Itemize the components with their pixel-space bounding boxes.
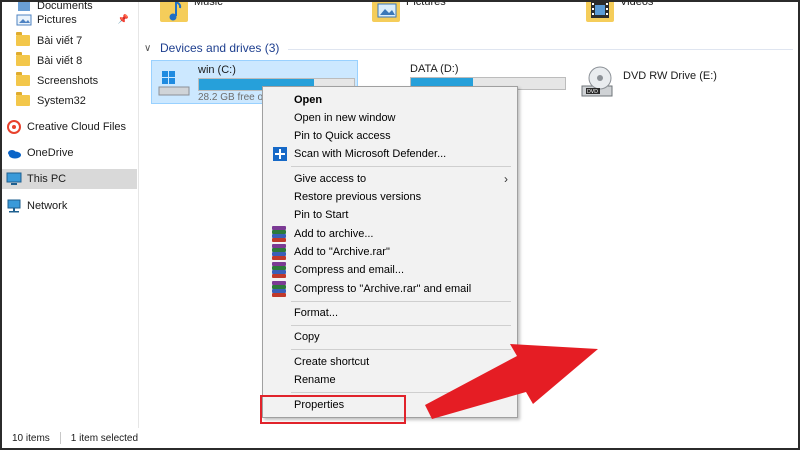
menu-item-give-access[interactable]: Give access to › [266,170,514,188]
winrar-icon [272,262,288,278]
pictures-icon [16,12,32,28]
sidebar-item-label: System32 [37,95,86,107]
status-separator [59,432,61,444]
computer-icon [6,171,22,187]
sidebar-item-label: This PC [27,173,67,185]
menu-item-restore-versions[interactable]: Restore previous versions [266,188,514,206]
menu-item-format[interactable]: Format... [266,304,514,322]
folder-label: Pictures [406,0,446,8]
menu-separator [291,349,511,350]
sidebar-item-label: Bài viết 7 [37,35,83,47]
drive-icon [156,67,192,102]
menu-item-label: Scan with Microsoft Defender... [294,148,447,160]
sidebar-item-bai-viet-8[interactable]: Bài viết 8 [2,51,137,71]
menu-item-scan-defender[interactable]: Scan with Microsoft Defender... [266,145,514,163]
sidebar-item-onedrive[interactable]: OneDrive [2,143,137,163]
menu-item-create-shortcut[interactable]: Create shortcut [266,353,514,371]
menu-item-label: Copy [294,331,320,343]
menu-item-copy[interactable]: Copy [266,328,514,346]
annotation-highlight-box [260,395,406,424]
menu-item-label: Restore previous versions [294,191,422,203]
menu-item-open-new-window[interactable]: Open in new window [266,109,514,127]
selection-count: 1 item selected [70,432,139,444]
menu-item-add-archive[interactable]: Add to archive... [266,225,514,243]
sidebar-item-label: Screenshots [37,75,99,87]
sidebar-item-network[interactable]: Network [2,196,137,216]
videos-folder-icon [586,0,614,24]
drive-name: DATA (D:) [410,63,459,75]
defender-icon [272,146,288,162]
menu-separator [291,325,511,326]
navigation-pane: Documents Pictures 📌 Bài viết 7 Bài viết… [2,0,139,428]
onedrive-icon [6,145,22,161]
sidebar-item-label: Creative Cloud Files [27,121,127,133]
network-icon [6,198,22,214]
menu-separator [291,301,511,302]
folder-label: Music [194,0,223,8]
menu-item-label: Open in new window [294,112,396,124]
menu-item-label: Pin to Quick access [294,130,391,142]
folder-label: Videos [620,0,654,8]
dvd-drive-icon: DVD [580,64,616,103]
item-count: 10 items [12,432,50,444]
section-title: Devices and drives (3) [160,41,280,55]
drive-tile-e[interactable]: DVD DVD RW Drive (E:) [580,60,780,104]
menu-item-label: Pin to Start [294,209,349,221]
menu-item-label: Add to "Archive.rar" [294,246,390,258]
pin-icon[interactable]: 📌 [118,14,129,25]
section-divider [288,49,793,50]
sidebar-item-creative-cloud[interactable]: Creative Cloud Files [2,117,137,137]
sidebar-item-system32[interactable]: System32 [2,91,137,111]
menu-item-label: Create shortcut [294,356,370,368]
music-folder-icon [160,0,188,24]
sidebar-item-bai-viet-7[interactable]: Bài viết 7 [2,31,137,51]
menu-item-pin-start[interactable]: Pin to Start [266,206,514,224]
menu-item-label: Compress to "Archive.rar" and email [294,283,472,295]
winrar-icon [272,281,288,297]
chevron-right-icon: › [504,172,508,186]
drive-name: DVD RW Drive (E:) [623,70,717,82]
folder-tile-music[interactable]: Music [160,0,223,28]
menu-separator [291,166,511,167]
menu-item-compress-email[interactable]: Compress and email... [266,261,514,279]
menu-item-label: Compress and email... [294,264,405,276]
sidebar-item-label: OneDrive [27,147,74,159]
menu-item-rename[interactable]: Rename [266,371,514,389]
menu-item-label: Open [294,94,323,106]
menu-item-pin-quick-access[interactable]: Pin to Quick access [266,127,514,145]
menu-item-label: Rename [294,374,336,386]
menu-item-label: Format... [294,307,339,319]
folder-icon [16,32,32,49]
sidebar-item-screenshots[interactable]: Screenshots [2,71,137,91]
menu-item-label: Add to archive... [294,228,374,240]
drive-free-space: 28.2 GB free of [198,92,266,103]
menu-item-label: Give access to [294,173,367,185]
sidebar-item-this-pc[interactable]: This PC [2,169,137,189]
devices-section-header[interactable]: ∨ Devices and drives (3) [144,40,279,56]
sidebar-item-label: Pictures [37,14,77,26]
sidebar-item-label: Bài viết 8 [37,55,83,67]
menu-item-compress-rar-email[interactable]: Compress to "Archive.rar" and email [266,280,514,298]
folder-icon [16,92,32,109]
folder-tile-pictures[interactable]: Pictures [372,0,446,28]
menu-separator [291,392,511,393]
drive-name: win (C:) [198,64,236,76]
winrar-icon [272,226,288,242]
context-menu: Open Open in new window Pin to Quick acc… [262,86,518,418]
pictures-folder-icon [372,0,400,24]
menu-item-open[interactable]: Open [266,91,514,109]
status-bar: 10 items 1 item selected [2,428,798,448]
folder-icon [16,72,32,89]
sidebar-item-label: Network [27,200,68,212]
folder-tile-videos[interactable]: Videos [586,0,653,28]
chevron-down-icon[interactable]: ∨ [144,43,154,54]
svg-text:DVD: DVD [587,89,598,95]
folder-icon [16,52,32,69]
creative-cloud-icon [6,119,22,135]
sidebar-item-pictures[interactable]: Pictures 📌 [2,10,137,30]
menu-item-add-archive-rar[interactable]: Add to "Archive.rar" [266,243,514,261]
winrar-icon [272,244,288,260]
